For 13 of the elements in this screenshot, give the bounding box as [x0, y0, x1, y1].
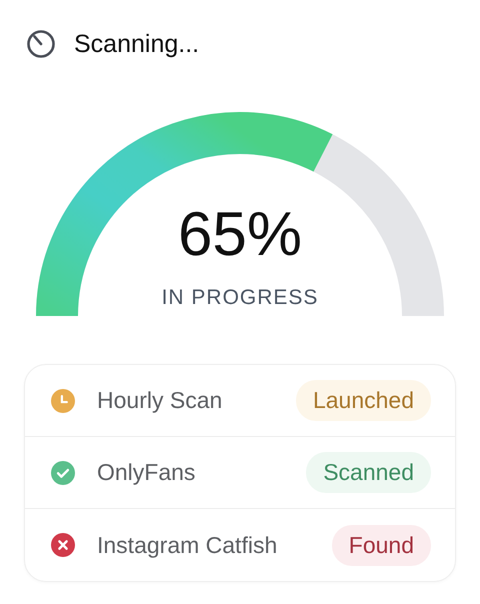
scan-name: OnlyFans	[97, 459, 196, 486]
clock-icon	[51, 388, 75, 412]
progress-label: IN PROGRESS	[162, 286, 318, 309]
progress-percentage: 65%	[178, 200, 302, 269]
check-icon	[51, 460, 75, 484]
status-badge: Scanned	[306, 452, 431, 493]
status-badge: Found	[332, 524, 431, 566]
scan-name: Hourly Scan	[97, 387, 224, 414]
timer-icon	[26, 29, 56, 59]
panel-title: Scanning...	[74, 30, 200, 58]
scan-name: Instagram Catfish	[97, 532, 278, 558]
status-badge: Launched	[296, 380, 431, 421]
error-icon	[51, 533, 75, 557]
